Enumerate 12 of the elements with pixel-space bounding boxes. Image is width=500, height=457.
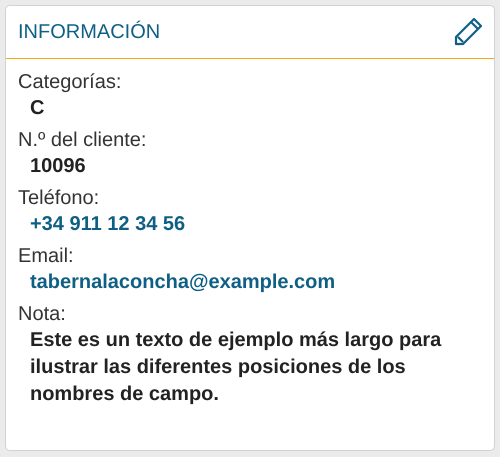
edit-icon: [452, 16, 484, 48]
field-label: Nota:: [18, 302, 67, 327]
field-value: C: [30, 96, 46, 121]
card-title: INFORMACIÓN: [18, 20, 160, 44]
field-value: Este es un texto de ejemplo más largo para ilustrar las diferentes posiciones de los nombres de campo.: [30, 328, 442, 407]
field-label: Categorías:: [18, 70, 122, 95]
field-label: Teléfono:: [18, 186, 100, 211]
field-link[interactable]: tabernalaconcha@example.com: [30, 269, 336, 296]
field-label: N.º del cliente:: [18, 128, 148, 153]
field-link[interactable]: +34 911 12 34 56: [30, 211, 186, 238]
field-label: Email:: [18, 244, 75, 269]
field-value: 10096: [30, 154, 87, 179]
